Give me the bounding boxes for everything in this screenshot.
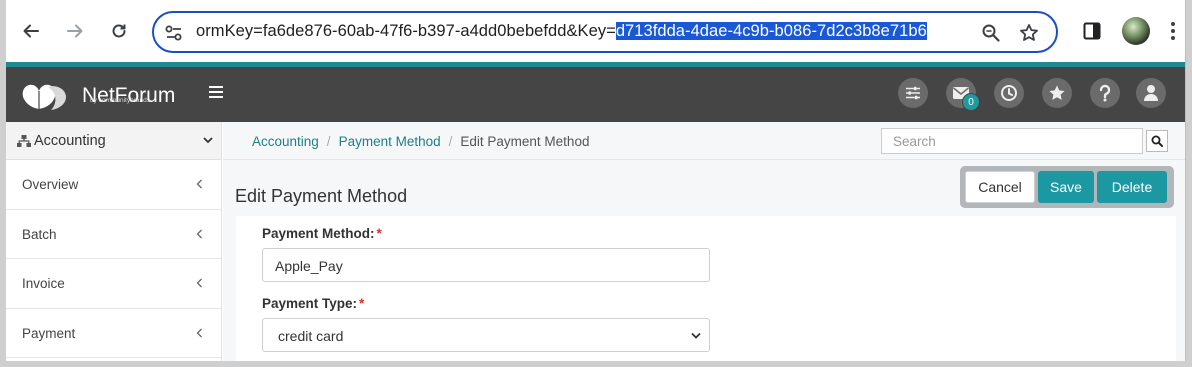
payment-method-value: Apple_Pay bbox=[275, 258, 343, 274]
arrow-right-icon bbox=[67, 24, 83, 38]
sidebar-item-invoice[interactable]: Invoice bbox=[6, 259, 221, 309]
cancel-button[interactable]: Cancel bbox=[965, 171, 1035, 203]
chevron-down-icon bbox=[691, 332, 701, 339]
edit-form: Payment Method: * Apple_Pay Payment Type:… bbox=[236, 216, 1176, 361]
sitemap-icon bbox=[17, 135, 31, 147]
sidebar-item-payment[interactable]: Payment bbox=[6, 309, 221, 358]
user-icon bbox=[1144, 85, 1158, 101]
more-menu-icon[interactable] bbox=[1166, 20, 1180, 42]
module-label: Accounting bbox=[34, 133, 106, 149]
user-profile-button[interactable] bbox=[1136, 78, 1166, 108]
sliders-icon bbox=[906, 86, 920, 100]
payment-method-label: Payment Method: * bbox=[262, 226, 382, 241]
chevron-left-icon bbox=[196, 179, 202, 189]
mail-count-badge: 0 bbox=[962, 93, 980, 111]
help-icon bbox=[1099, 84, 1111, 102]
payment-type-value: credit card bbox=[278, 328, 344, 344]
url-selected-text: d713fdda-4dae-4c9b-b086-7d2c3b8e71b6 bbox=[615, 22, 927, 40]
help-button[interactable] bbox=[1090, 78, 1120, 108]
sidebar-item-label: Invoice bbox=[22, 276, 65, 291]
page-title: Edit Payment Method bbox=[235, 186, 408, 206]
sidebar-item-overview[interactable]: Overview bbox=[6, 160, 221, 210]
recent-history-button[interactable] bbox=[994, 78, 1024, 108]
payment-type-label: Payment Type: * bbox=[262, 296, 364, 311]
delete-button[interactable]: Delete bbox=[1097, 171, 1167, 203]
search-field[interactable] bbox=[881, 128, 1143, 154]
edit-form-area: Payment Method: * Apple_Pay Payment Type:… bbox=[223, 216, 1185, 361]
payment-type-label-text: Payment Type: bbox=[262, 296, 358, 311]
browser-toolbar: ormKey=fa6de876-60ab-47f6-b397-a4dd0bebe… bbox=[6, 0, 1185, 62]
breadcrumb-current: Edit Payment Method bbox=[460, 134, 590, 149]
sidebar-item-label: Batch bbox=[22, 226, 57, 242]
browser-window: ormKey=fa6de876-60ab-47f6-b397-a4dd0bebe… bbox=[6, 0, 1186, 361]
site-info-icon[interactable] bbox=[164, 23, 184, 43]
settings-sliders-button[interactable] bbox=[898, 78, 928, 108]
search-input[interactable] bbox=[882, 129, 1142, 153]
payment-type-select[interactable]: credit card bbox=[262, 318, 710, 352]
netforum-logo[interactable]: NetForum bbox=[18, 77, 175, 113]
breadcrumb-separator: / bbox=[448, 134, 453, 149]
star-icon bbox=[1049, 85, 1065, 100]
breadcrumb-separator: / bbox=[326, 134, 331, 149]
back-button[interactable] bbox=[16, 16, 46, 46]
page-header: Edit Payment Method Cancel Save Delete bbox=[223, 160, 1185, 216]
required-marker: * bbox=[376, 226, 382, 241]
app-header: NetForum by communitybrands 0 bbox=[6, 67, 1185, 122]
logo-mark-icon bbox=[22, 84, 66, 110]
search-icon bbox=[1151, 135, 1163, 147]
breadcrumb-link-payment-method[interactable]: Payment Method bbox=[339, 134, 441, 149]
sidebar: Accounting Overview Batch Invoice Paymen… bbox=[6, 122, 222, 361]
main-content: Accounting / Payment Method / Edit Payment M… bbox=[223, 122, 1185, 361]
history-icon bbox=[1001, 85, 1017, 101]
required-marker: * bbox=[359, 296, 365, 311]
reload-button[interactable] bbox=[104, 16, 134, 46]
bookmark-star-icon[interactable] bbox=[1018, 22, 1040, 44]
payment-method-input[interactable]: Apple_Pay bbox=[262, 248, 710, 282]
favorites-button[interactable] bbox=[1042, 78, 1072, 108]
chevron-left-icon bbox=[196, 278, 202, 288]
sidebar-item-label: Overview bbox=[22, 177, 79, 192]
url-prefix: ormKey=fa6de876-60ab-47f6-b397-a4dd0bebe… bbox=[196, 22, 616, 40]
address-bar[interactable]: ormKey=fa6de876-60ab-47f6-b397-a4dd0bebe… bbox=[152, 11, 1058, 53]
payment-method-label-text: Payment Method: bbox=[262, 226, 375, 241]
profile-avatar[interactable] bbox=[1122, 17, 1150, 45]
chevron-left-icon bbox=[196, 229, 202, 238]
breadcrumb-bar: Accounting / Payment Method / Edit Payment M… bbox=[223, 122, 1185, 160]
arrow-left-icon bbox=[23, 24, 39, 38]
chevron-down-icon bbox=[203, 137, 213, 144]
url-text[interactable]: ormKey=fa6de876-60ab-47f6-b397-a4dd0bebe… bbox=[196, 22, 927, 41]
chevron-left-icon bbox=[196, 328, 202, 337]
sidebar-item-label: Payment bbox=[22, 325, 76, 341]
hamburger-menu-icon[interactable] bbox=[209, 86, 223, 98]
zoom-icon[interactable] bbox=[980, 22, 1002, 44]
search-button[interactable] bbox=[1146, 130, 1168, 152]
breadcrumb-link-accounting[interactable]: Accounting bbox=[252, 134, 319, 149]
sidebar-item-batch[interactable]: Batch bbox=[6, 210, 221, 259]
logo-subtitle: by communitybrands bbox=[90, 97, 150, 104]
reload-icon bbox=[112, 24, 126, 38]
save-button[interactable]: Save bbox=[1038, 171, 1094, 203]
module-selector[interactable]: Accounting bbox=[6, 122, 221, 160]
side-panel-icon[interactable] bbox=[1081, 20, 1103, 42]
action-button-group: Cancel Save Delete bbox=[960, 166, 1174, 208]
forward-button[interactable] bbox=[60, 16, 90, 46]
breadcrumb: Accounting / Payment Method / Edit Payment M… bbox=[252, 134, 589, 149]
